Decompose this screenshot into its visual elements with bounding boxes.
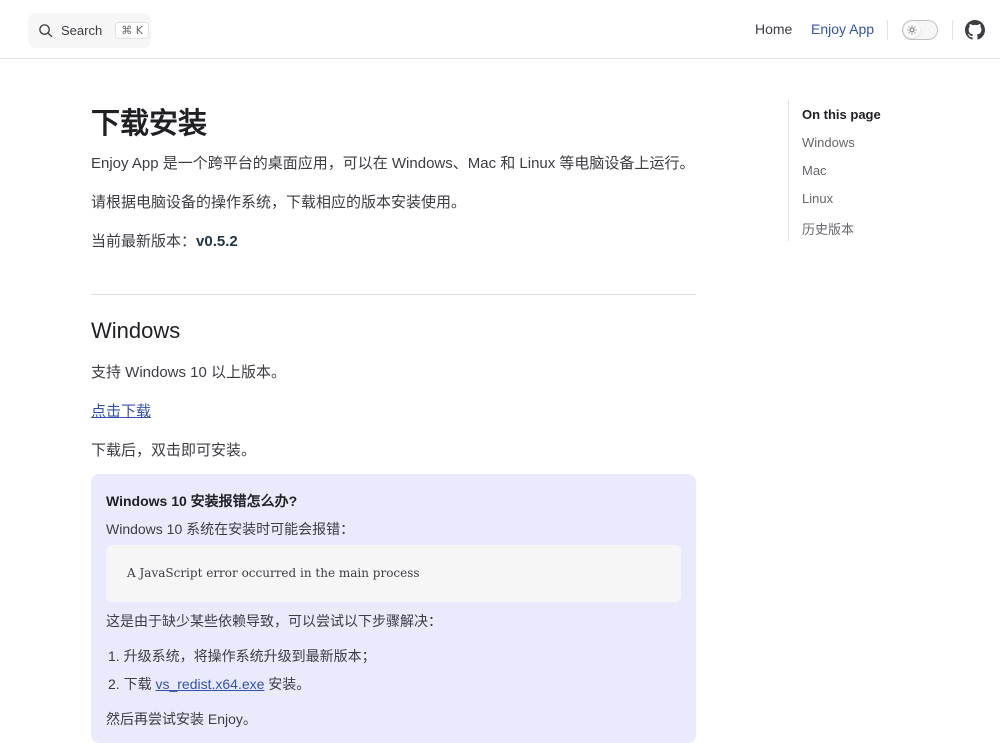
version-line: 当前最新版本：v0.5.2 <box>91 230 238 251</box>
section-divider <box>91 294 696 295</box>
search-shortcut: ⌘ K <box>115 22 149 39</box>
tip-text: 这是由于缺少某些依赖导致，可以尝试以下步骤解决： <box>106 613 442 629</box>
navbar: Search ⌘ K Home Enjoy App <box>0 0 1000 59</box>
instruction-text: 请根据电脑设备的操作系统，下载相应的版本安装使用。 <box>91 194 467 211</box>
tip-box: Windows 10 安装报错怎么办? Windows 10 系统在安装时可能会… <box>91 474 696 743</box>
toc-item-history[interactable]: 历史版本 <box>802 219 881 238</box>
step2-prefix: 2. 下载 <box>108 676 156 692</box>
code-block: A JavaScript error occurred in the main … <box>106 545 681 602</box>
version-label: 当前最新版本： <box>91 233 197 250</box>
search-button[interactable]: Search ⌘ K <box>28 13 151 48</box>
intro-text: Enjoy App 是一个跨平台的桌面应用，可以在 Windows、Mac 和 … <box>91 155 695 172</box>
toc-item-windows[interactable]: Windows <box>802 135 881 150</box>
version-value: v0.5.2 <box>196 233 238 250</box>
toggle-knob <box>904 22 920 38</box>
tip-text: Windows 10 系统在安装时可能会报错： <box>106 521 355 537</box>
after-download-text: 下载后，双击即可安装。 <box>91 442 257 459</box>
sun-icon <box>907 25 917 35</box>
github-icon[interactable] <box>965 20 985 40</box>
toc-item-linux[interactable]: Linux <box>802 191 881 206</box>
nav-enjoy-app-link[interactable]: Enjoy App <box>811 21 874 37</box>
search-label: Search <box>61 23 103 38</box>
nav-home-link[interactable]: Home <box>755 21 792 37</box>
windows-support-text: 支持 Windows 10 以上版本。 <box>91 364 287 381</box>
search-icon <box>39 24 53 38</box>
code-text: A JavaScript error occurred in the main … <box>127 566 420 580</box>
nav-divider <box>952 20 953 40</box>
nav-divider <box>887 20 888 40</box>
toc-title: On this page <box>802 107 881 122</box>
table-of-contents: On this page Windows Mac Linux 历史版本 <box>788 100 881 241</box>
toc-item-mac[interactable]: Mac <box>802 163 881 178</box>
vs-redist-link[interactable]: vs_redist.x64.exe <box>155 676 264 692</box>
tip-text: 然后再尝试安装 Enjoy。 <box>106 711 257 727</box>
list-item: 1. 升级系统，将操作系统升级到最新版本； <box>108 648 376 664</box>
windows-download-link[interactable]: 点击下载 <box>91 400 151 421</box>
page-title: 下载安装 <box>91 108 208 140</box>
step2-suffix: 安装。 <box>264 676 311 692</box>
windows-heading: Windows <box>91 318 181 343</box>
list-item: 2. 下载 vs_redist.x64.exe 安装。 <box>108 674 310 694</box>
theme-toggle[interactable] <box>902 20 938 40</box>
tip-title: Windows 10 安装报错怎么办? <box>106 493 298 509</box>
